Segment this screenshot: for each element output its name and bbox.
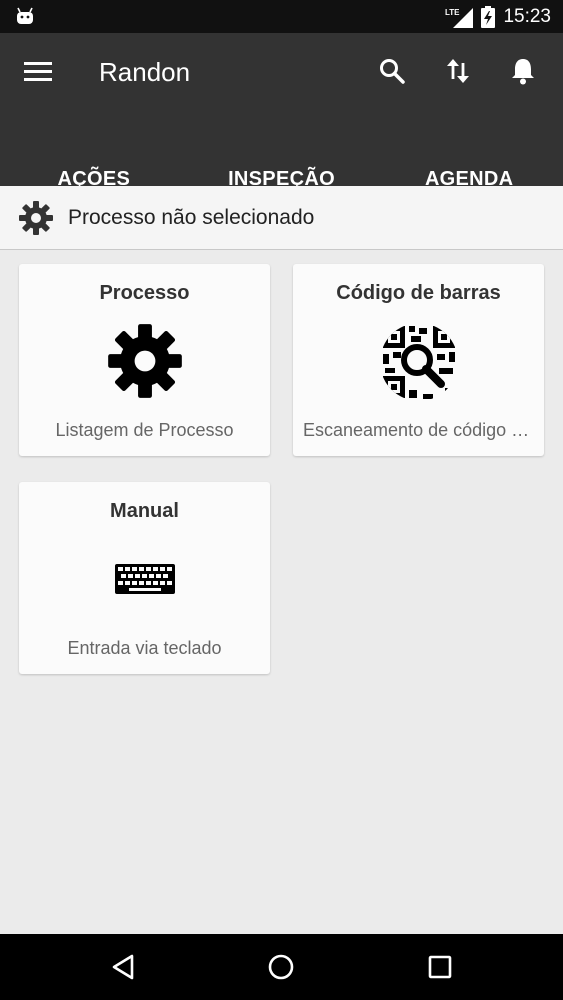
app-bar: Randon AÇÕES INSPEÇÃO AGENDA [0, 33, 563, 219]
qr-search-icon [382, 326, 455, 399]
process-status-bar[interactable]: Processo não selecionado [0, 186, 563, 250]
card-subtitle: Listagem de Processo [55, 420, 234, 440]
recents-icon[interactable] [424, 951, 456, 983]
card-subtitle: Entrada via teclado [67, 638, 222, 658]
lte-signal-icon: LTE [445, 7, 474, 28]
sync-button[interactable] [440, 53, 476, 89]
svg-text:LTE: LTE [445, 8, 460, 17]
gear-icon [107, 324, 182, 398]
card-title: Manual [110, 500, 179, 522]
app-title: Randon [99, 57, 191, 87]
menu-button[interactable] [20, 53, 56, 89]
bell-icon [512, 59, 534, 85]
home-icon[interactable] [265, 951, 297, 983]
card-codigo-de-barras[interactable]: Código de barras Escaneamento de código … [293, 264, 544, 456]
clock: 15:23 [503, 5, 551, 27]
card-title: Código de barras [336, 282, 501, 304]
menu-icon [24, 62, 52, 81]
android-icon [17, 7, 33, 24]
system-nav-bar [0, 934, 563, 1000]
process-status-text: Processo não selecionado [68, 205, 315, 229]
battery-charging-icon [481, 5, 496, 28]
back-icon[interactable] [108, 951, 140, 983]
sync-arrows-icon [447, 59, 469, 83]
card-manual[interactable]: Manual Entrada via teclado [19, 482, 270, 674]
card-subtitle: Escaneamento de código de barras [303, 420, 534, 440]
notifications-button[interactable] [505, 53, 541, 89]
keyboard-icon [114, 564, 175, 594]
status-bar: LTE 15:23 [0, 0, 563, 33]
gear-icon [19, 200, 53, 235]
search-button[interactable] [374, 53, 410, 89]
card-processo[interactable]: Processo Listagem de Processo [19, 264, 270, 456]
card-title: Processo [99, 282, 190, 304]
search-icon [380, 59, 405, 84]
